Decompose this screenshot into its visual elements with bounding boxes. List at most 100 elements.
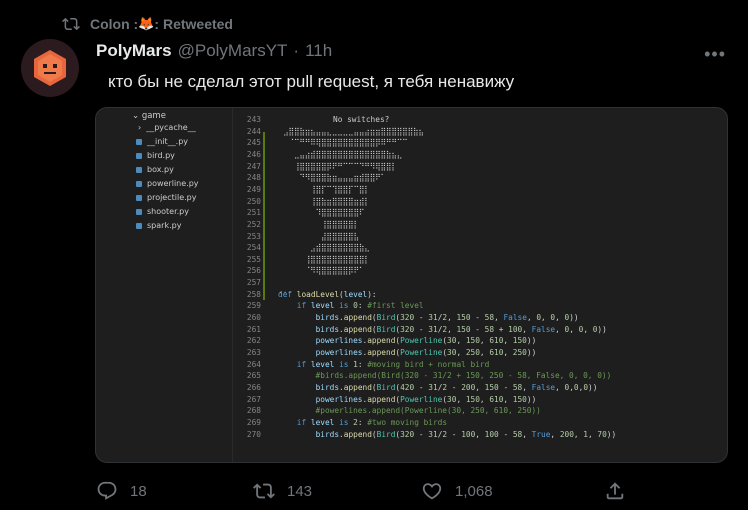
line-number: 245: [246, 138, 261, 148]
line-number: 254: [246, 243, 261, 253]
python-icon: [136, 222, 142, 229]
ascii-art-line: ⠀⠀⠀⠀⠀⠀⠹⣿⣿⣿⣿⣿⣿⣿⠏: [283, 208, 365, 218]
explorer-item-spark[interactable]: spark.py: [136, 221, 181, 230]
retweet-button[interactable]: 143: [253, 480, 312, 502]
line-number: 256: [246, 266, 261, 276]
explorer-item-bird[interactable]: bird.py: [136, 151, 175, 160]
reply-icon: [97, 481, 117, 500]
python-icon: [136, 166, 142, 173]
folder-game[interactable]: ⌄ game: [132, 111, 166, 121]
code-editor[interactable]: 243 244 245 246 247 248 249 250 251 252 253 254 255 2…: [233, 108, 727, 462]
art-title: No switches?: [333, 115, 390, 124]
ascii-art-line: ⠀⠀⣀⣤⣴⣾⣿⣿⣿⣿⣿⣿⣿⣿⣿⣿⣿⣿⣿⣷⣦⣄: [283, 149, 403, 159]
python-icon: [136, 208, 142, 215]
share-icon: [606, 482, 624, 500]
code-line: def loadLevel(level):: [278, 289, 377, 299]
line-number: 244: [246, 126, 261, 136]
line-number: 267: [246, 394, 261, 404]
line-number: 259: [246, 301, 261, 311]
tweet-media-image[interactable]: ⌄ game › __pycache__ __init__.py bird.py …: [95, 107, 728, 463]
line-number: 253: [246, 231, 261, 241]
ascii-art-line: ⠀⠀⠀⠙⠻⣿⣿⣿⣷⣶⣤⣤⣤⣶⣾⣿⣿⠟⠁: [283, 173, 386, 183]
code-line: birds.append(Bird(420 - 31/2 - 200, 150 …: [315, 382, 598, 392]
ascii-art-line: ⣠⣿⣿⣷⣶⣦⣤⣤⣄⣀⣀⣀⣀⣤⣤⣴⣶⣶⣿⣿⣿⣿⣿⣿⣷⣦: [283, 126, 424, 136]
line-number: 247: [246, 161, 261, 171]
ascii-art-line: ⠀⠀⠀⠀⠀⣠⣾⣿⣿⣿⣿⣿⣿⣿⣷⣄: [283, 243, 370, 253]
retweet-count: 143: [287, 482, 313, 500]
code-line: if level is 0: #first level: [296, 301, 424, 311]
line-number: 260: [246, 313, 261, 323]
line-number: 249: [246, 184, 261, 194]
reply-button[interactable]: 18: [96, 480, 147, 502]
line-number: 265: [246, 371, 261, 381]
line-number: 264: [246, 359, 261, 369]
code-line: powerlines.append(Powerline(30, 250, 610…: [315, 348, 537, 357]
code-line: birds.append(Bird(320 - 31/2, 150 - 58, …: [315, 313, 579, 323]
file-explorer: ⌄ game › __pycache__ __init__.py bird.py …: [96, 108, 232, 462]
tweet-text: кто бы не сделал этот pull request, я те…: [108, 72, 515, 91]
line-number: 243: [246, 115, 261, 124]
explorer-item-box[interactable]: box.py: [136, 165, 174, 174]
separator-dot: ·: [293, 41, 300, 60]
line-number: 257: [246, 278, 261, 288]
line-number: 248: [246, 173, 261, 183]
ascii-art-line: ⠀⠀⠀⠀⠀⢸⣿⣷⣶⣿⣿⣿⣿⣶⣾⡇: [283, 196, 370, 206]
code-line: powerlines.append(Powerline(30, 150, 610…: [315, 336, 537, 346]
explorer-item-shooter[interactable]: shooter.py: [136, 207, 189, 216]
code-line: birds.append(Bird(320 - 31/2 - 100, 100 …: [315, 429, 617, 439]
tweet-actions: 18 143 1,068: [96, 480, 656, 502]
diff-added-bar: [263, 132, 265, 300]
like-count: 1,068: [455, 482, 493, 500]
more-options-icon[interactable]: •••: [704, 44, 726, 65]
code-line: powerlines.append(Powerline(30, 150, 610…: [315, 394, 537, 404]
retweet-indicator: Colon : 🦊 : Retweeted: [62, 14, 233, 34]
ascii-art-line: ⠀⠀⠀⠀⠀⠀⠀⣼⣿⣿⣿⣿⣿⣧: [283, 231, 359, 241]
ascii-art-line: ⠀⠀⠀⠀⠀⢸⣿⡏⠉⢹⣿⣿⡏⠉⣿⡇: [283, 184, 370, 194]
author-name[interactable]: PolyMars: [96, 41, 172, 61]
code-line: if level is 2: #two moving birds: [296, 417, 448, 427]
hexagon-face-icon: [34, 50, 66, 86]
chevron-right-icon: ›: [138, 123, 142, 132]
ascii-art-line: ⠀⠀⠀⠀⠀⠀⠀⢸⣿⣿⣿⣿⣿⡇: [283, 219, 359, 229]
line-number: 258: [246, 289, 261, 299]
code-line: #powerlines.append(Powerline(30, 250, 61…: [278, 406, 541, 416]
explorer-item-powerline[interactable]: powerline.py: [136, 179, 199, 188]
code-line: #birds.append(Bird(320 - 31/2 + 150, 250…: [278, 371, 612, 381]
line-number: 262: [246, 336, 261, 346]
line-number: 263: [246, 348, 261, 357]
explorer-item-init[interactable]: __init__.py: [136, 137, 188, 146]
code-line: if level is 1: #moving bird + normal bir…: [296, 359, 490, 369]
python-icon: [136, 194, 142, 201]
retweet-icon: [62, 17, 80, 31]
like-button[interactable]: 1,068: [421, 480, 493, 502]
explorer-item-projectile[interactable]: projectile.py: [136, 193, 197, 202]
line-number: 251: [246, 208, 261, 218]
author-handle[interactable]: @PolyMarsYT: [178, 41, 288, 61]
retweeter-name[interactable]: Colon :: [90, 16, 138, 32]
line-number: 252: [246, 219, 261, 229]
fox-emoji: 🦊: [138, 16, 155, 31]
reply-count: 18: [130, 482, 147, 500]
line-number: 250: [246, 196, 261, 206]
retweet-icon: [253, 483, 275, 499]
explorer-item-pycache[interactable]: › __pycache__: [138, 123, 196, 132]
line-number: 261: [246, 324, 261, 334]
line-number: 266: [246, 382, 261, 392]
python-icon: [136, 180, 142, 187]
line-number: 270: [246, 429, 261, 439]
avatar[interactable]: [21, 39, 79, 97]
share-button[interactable]: [604, 480, 626, 502]
line-number: 255: [246, 254, 261, 264]
tweet-time[interactable]: 11h: [305, 41, 332, 61]
retweeted-label: : Retweeted: [154, 16, 233, 32]
ascii-art-line: ⠀⠀⠀⠀⠈⠻⢿⣿⣿⣿⣿⣿⡿⠟⠁: [283, 266, 365, 276]
ascii-art-line: ⠀⠈⠉⠛⠛⠿⢿⣿⣿⣿⣿⣿⣿⣿⣿⣿⣿⡿⠿⠛⠛⠉⠉⠀: [283, 138, 413, 148]
line-number: 268: [246, 406, 261, 416]
python-icon: [136, 152, 142, 159]
tweet-header: PolyMars @PolyMarsYT · 11h: [96, 41, 332, 61]
line-number: 246: [246, 149, 261, 159]
ascii-art-line: ⠀⠀⠀⠀⢸⣿⣿⣿⣿⣿⣿⣿⣿⣿⣿⡇: [283, 254, 370, 264]
python-icon: [136, 138, 142, 145]
code-line: birds.append(Bird(320 - 31/2, 150 - 58 +…: [315, 324, 607, 334]
ascii-art-line: ⠀⠀⢸⣿⣿⣿⣿⣿⡿⠟⠛⠉⠉⠉⠙⠛⠻⢿⣿⣿⡇: [283, 161, 397, 171]
